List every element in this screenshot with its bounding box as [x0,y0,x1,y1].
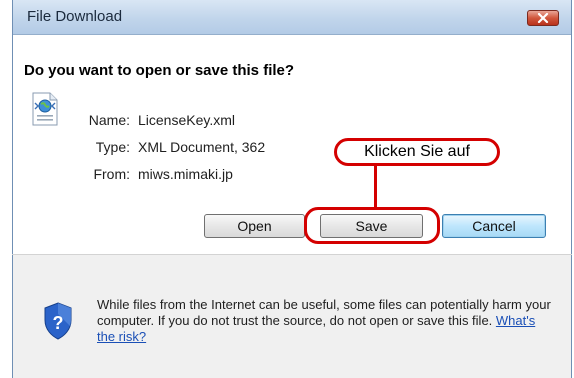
annotation-connector-line [374,166,377,209]
name-label: Name: [88,112,130,128]
file-type-row: Type: XML Document, 362 [75,139,265,155]
title-bar: File Download [13,0,571,35]
close-button[interactable] [527,10,559,26]
from-label: From: [93,166,130,182]
from-value: miws.mimaki.jp [138,166,233,182]
annotation-text: Klicken Sie auf [364,143,470,160]
dialog-title: File Download [27,8,123,25]
warning-text: While files from the Internet can be use… [97,297,551,328]
type-label: Type: [95,139,130,155]
close-x-icon [537,13,549,23]
shield-question-icon: ? [44,302,72,340]
save-button-highlight [304,207,440,244]
xml-file-icon [32,92,58,126]
dialog-question: Do you want to open or save this file? [24,62,295,79]
open-button[interactable]: Open [204,214,305,238]
screenshot: File Download Do you want to open or sav… [0,0,574,378]
open-label: Open [237,218,272,234]
file-name-row: Name: LicenseKey.xml [75,112,235,128]
file-source-row: From: miws.mimaki.jp [75,166,233,182]
type-value: XML Document, 362 [138,139,266,155]
svg-text:?: ? [53,313,64,333]
cancel-label: Cancel [472,218,516,234]
name-value: LicenseKey.xml [138,112,236,128]
security-warning: While files from the Internet can be use… [97,297,552,345]
annotation-callout: Klicken Sie auf [334,138,500,166]
cancel-button[interactable]: Cancel [442,214,546,238]
